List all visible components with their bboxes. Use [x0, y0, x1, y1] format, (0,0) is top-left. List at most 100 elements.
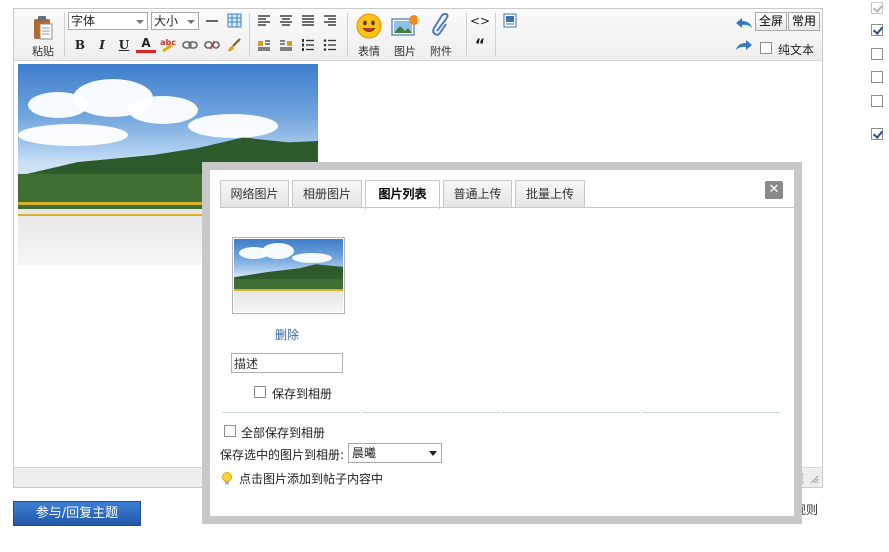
- tab-image-list[interactable]: 图片列表: [365, 180, 440, 209]
- table-icon: [227, 13, 241, 28]
- align-justify-icon: [302, 15, 314, 26]
- image-description-input[interactable]: [231, 353, 343, 373]
- save-to-album-checkbox[interactable]: [254, 386, 266, 398]
- unlink-button[interactable]: [202, 36, 222, 54]
- emoticon-label: 表情: [358, 45, 380, 58]
- font-color-button[interactable]: A: [136, 36, 156, 53]
- right-option-checkbox[interactable]: [871, 24, 883, 36]
- toolbar-divider: [64, 13, 65, 57]
- underline-button[interactable]: U: [114, 36, 134, 54]
- chevron-down-icon: [136, 20, 144, 24]
- align-right-icon: [324, 15, 336, 26]
- ordered-list-icon: [302, 39, 314, 51]
- align-left-icon: [258, 15, 270, 26]
- plain-text-checkbox[interactable]: [760, 42, 772, 54]
- spell-check-button[interactable]: abc: [158, 34, 178, 52]
- toolbar-divider: [466, 13, 467, 57]
- right-option-checkbox[interactable]: [871, 71, 883, 83]
- plain-text-label: 纯文本: [778, 43, 815, 57]
- align-justify-button[interactable]: [298, 12, 318, 30]
- paperclip-icon: [432, 13, 449, 36]
- code-button[interactable]: <>: [470, 12, 490, 30]
- float-left-icon: [258, 40, 270, 51]
- undo-button[interactable]: [734, 14, 754, 32]
- list-divider: [502, 412, 640, 413]
- emoticon-button[interactable]: 表情: [352, 13, 386, 58]
- resize-grip-icon[interactable]: [809, 474, 819, 484]
- save-selected-label: 保存选中的图片到相册:: [220, 448, 345, 462]
- tab-normal-upload[interactable]: 普通上传: [443, 180, 512, 208]
- right-option-checkbox[interactable]: [871, 128, 883, 140]
- unlink-icon: [204, 40, 220, 50]
- clear-format-button[interactable]: [224, 36, 244, 54]
- album-select[interactable]: 晨曦: [348, 443, 442, 463]
- align-center-icon: [280, 15, 292, 26]
- paste-label: 粘贴: [32, 45, 54, 58]
- chevron-down-icon: [429, 451, 437, 456]
- redo-button[interactable]: [734, 37, 754, 55]
- image-thumbnail[interactable]: [234, 239, 343, 312]
- editor-toolbar: 粘贴 字体 大小 B I U A abc 表情 ! 图片 附件 <> “ 全屏 …: [14, 9, 822, 61]
- font-family-value: 字体: [71, 14, 96, 28]
- list-divider: [642, 412, 780, 413]
- link-button[interactable]: [180, 36, 200, 54]
- insert-image-button[interactable]: ! 图片: [388, 13, 422, 58]
- attachment-label: 附件: [430, 45, 452, 58]
- right-option-checkbox[interactable]: [871, 2, 883, 14]
- lightbulb-icon: [222, 472, 232, 485]
- album-select-value: 晨曦: [352, 446, 377, 460]
- attachment-button[interactable]: 附件: [424, 13, 458, 58]
- cloud-shape: [262, 243, 294, 259]
- smiley-icon: [356, 13, 382, 39]
- image-thumbnail-frame[interactable]: [232, 237, 345, 314]
- reply-topic-button[interactable]: 参与/回复主题: [13, 501, 141, 526]
- tab-batch-upload[interactable]: 批量上传: [515, 180, 585, 208]
- save-all-checkbox[interactable]: [224, 425, 236, 437]
- unordered-list-icon: [323, 39, 336, 51]
- toolbar-divider: [347, 13, 348, 57]
- font-size-value: 大小: [154, 14, 179, 28]
- tab-underline: [220, 207, 794, 208]
- delete-image-link[interactable]: 删除: [275, 326, 299, 343]
- chevron-down-icon: [187, 20, 195, 24]
- align-right-button[interactable]: [320, 12, 340, 30]
- image-dialog: 网络图片 相册图片 图片列表 普通上传 批量上传 ✕ 删除 保存到相册 全部保存…: [210, 170, 794, 516]
- redo-arrow-icon: [736, 40, 752, 50]
- align-left-button[interactable]: [254, 12, 274, 30]
- fullscreen-button[interactable]: 全屏: [755, 12, 788, 31]
- railing-shape: [234, 289, 343, 291]
- font-family-select[interactable]: 字体: [68, 12, 148, 30]
- list-divider: [222, 412, 360, 413]
- cloud-shape: [188, 114, 278, 138]
- brush-icon: [228, 38, 241, 52]
- table-button[interactable]: [224, 12, 244, 30]
- italic-button[interactable]: I: [92, 36, 112, 54]
- unordered-list-button[interactable]: [320, 36, 340, 54]
- ordered-list-button[interactable]: [298, 36, 318, 54]
- quote-button[interactable]: “: [470, 36, 490, 54]
- horizontal-rule-icon: [206, 20, 218, 22]
- close-dialog-button[interactable]: ✕: [765, 181, 783, 199]
- font-size-select[interactable]: 大小: [151, 12, 199, 30]
- word-paste-button[interactable]: [500, 12, 520, 30]
- right-option-checkbox[interactable]: [871, 48, 883, 60]
- horizontal-rule-button[interactable]: [202, 12, 222, 30]
- bold-button[interactable]: B: [70, 36, 90, 54]
- save-all-label: 全部保存到相册: [241, 426, 326, 440]
- tab-web-image[interactable]: 网络图片: [220, 180, 289, 208]
- list-divider: [362, 412, 500, 413]
- link-icon: [182, 41, 198, 49]
- image-label: 图片: [394, 45, 416, 58]
- float-right-icon: [280, 40, 292, 51]
- float-left-button[interactable]: [254, 36, 274, 54]
- clipboard-icon: [34, 16, 53, 40]
- float-right-button[interactable]: [276, 36, 296, 54]
- tab-album-image[interactable]: 相册图片: [292, 180, 362, 208]
- close-icon: ✕: [768, 182, 780, 197]
- image-badge: !: [416, 15, 420, 24]
- right-option-checkbox[interactable]: [871, 95, 883, 107]
- paste-button[interactable]: 粘贴: [26, 13, 60, 58]
- cloud-shape: [128, 96, 198, 124]
- align-center-button[interactable]: [276, 12, 296, 30]
- common-mode-button[interactable]: 常用: [788, 12, 821, 31]
